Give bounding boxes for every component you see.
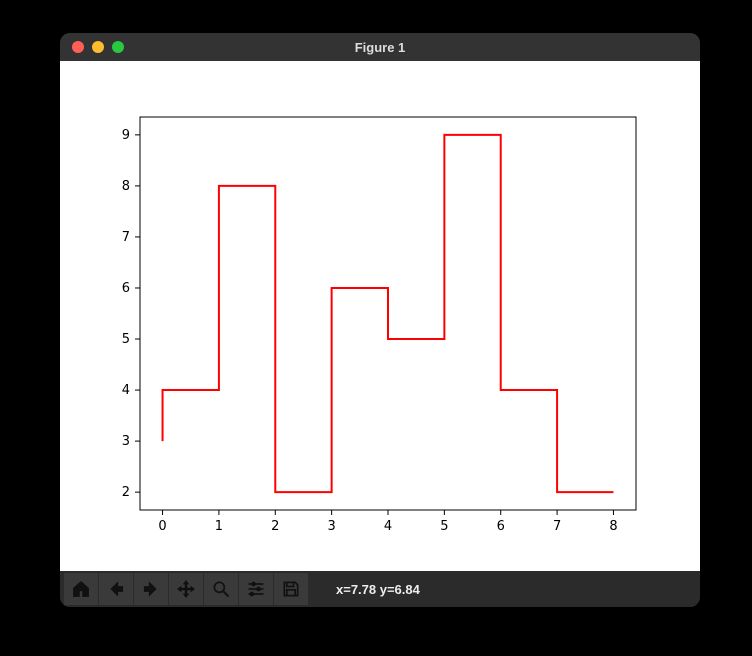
svg-text:2: 2: [271, 519, 279, 534]
window-controls: [60, 41, 124, 53]
svg-text:2: 2: [122, 485, 130, 500]
subplots-button[interactable]: [239, 573, 273, 605]
svg-text:4: 4: [384, 519, 392, 534]
close-icon[interactable]: [72, 41, 84, 53]
zoom-button[interactable]: [204, 573, 238, 605]
forward-button[interactable]: [134, 573, 168, 605]
svg-text:3: 3: [327, 519, 335, 534]
svg-text:8: 8: [609, 519, 617, 534]
window-title: Figure 1: [60, 40, 700, 55]
save-icon: [281, 579, 301, 599]
svg-text:5: 5: [440, 519, 448, 534]
save-button[interactable]: [274, 573, 308, 605]
svg-text:0: 0: [158, 519, 166, 534]
cursor-status: x=7.78 y=6.84: [336, 582, 420, 597]
svg-text:3: 3: [122, 434, 130, 449]
svg-text:6: 6: [122, 281, 130, 296]
move-icon: [176, 579, 196, 599]
toolbar: x=7.78 y=6.84: [60, 571, 700, 607]
arrow-left-icon: [106, 579, 126, 599]
back-button[interactable]: [99, 573, 133, 605]
pan-button[interactable]: [169, 573, 203, 605]
svg-text:4: 4: [122, 383, 130, 398]
magnify-icon: [211, 579, 231, 599]
home-icon: [71, 579, 91, 599]
svg-text:8: 8: [122, 179, 130, 194]
svg-text:7: 7: [122, 230, 130, 245]
plot-canvas[interactable]: 0 1 2 3 4 5 6 7 8 2 3 4 5 6 7 8 9: [60, 61, 700, 571]
sliders-icon: [246, 579, 266, 599]
titlebar: Figure 1: [60, 33, 700, 61]
home-button[interactable]: [64, 573, 98, 605]
svg-text:6: 6: [497, 519, 505, 534]
chart: 0 1 2 3 4 5 6 7 8 2 3 4 5 6 7 8 9: [60, 61, 700, 571]
arrow-right-icon: [141, 579, 161, 599]
minimize-icon[interactable]: [92, 41, 104, 53]
svg-text:1: 1: [215, 519, 223, 534]
zoom-icon[interactable]: [112, 41, 124, 53]
svg-text:9: 9: [122, 128, 130, 143]
svg-text:5: 5: [122, 332, 130, 347]
figure-window: Figure 1 0 1 2 3 4 5 6 7 8 2 3 4 5 6 7 8 9: [60, 33, 700, 607]
svg-text:7: 7: [553, 519, 561, 534]
